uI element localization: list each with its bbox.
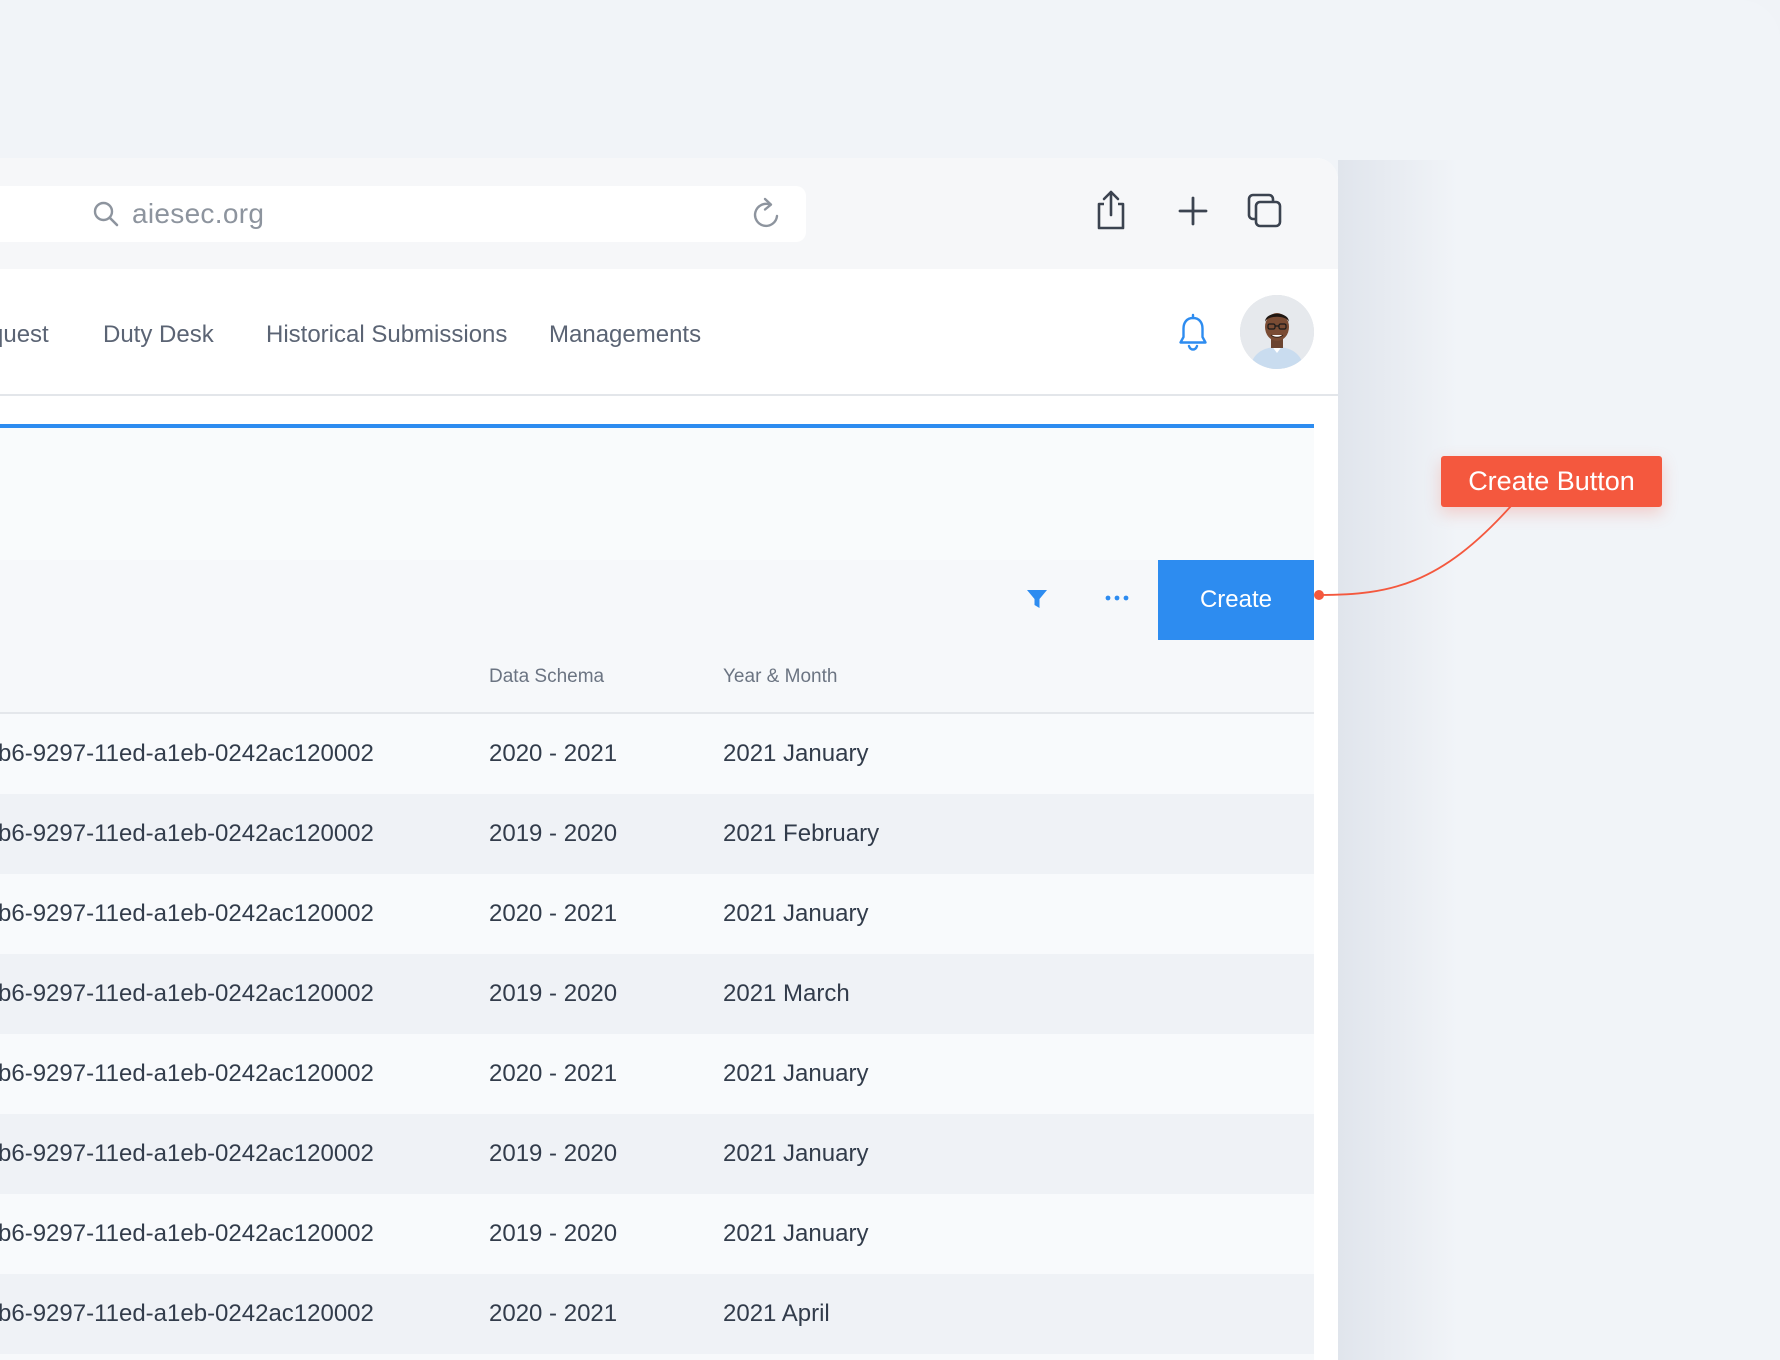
table-body: b6-9297-11ed-a1eb-0242ac120002 2020 - 20… bbox=[0, 714, 1314, 1354]
cell-data-schema: 2019 - 2020 bbox=[489, 820, 618, 847]
address-bar[interactable]: aiesec.org bbox=[0, 186, 806, 242]
cell-year-month: 2021 January bbox=[723, 900, 869, 927]
browser-window: aiesec.org quest Du bbox=[0, 158, 1338, 1360]
cell-id: b6-9297-11ed-a1eb-0242ac120002 bbox=[0, 980, 374, 1007]
share-icon[interactable] bbox=[1091, 188, 1131, 232]
table-actions-bar: Create bbox=[0, 560, 1314, 640]
nav-item-historical-submissions[interactable]: Historical Submissions bbox=[266, 321, 507, 349]
cell-id: b6-9297-11ed-a1eb-0242ac120002 bbox=[0, 820, 374, 847]
table-row[interactable]: b6-9297-11ed-a1eb-0242ac120002 2020 - 20… bbox=[0, 1034, 1314, 1114]
table-row[interactable]: b6-9297-11ed-a1eb-0242ac120002 2020 - 20… bbox=[0, 714, 1314, 794]
browser-shadow bbox=[1338, 160, 1458, 1360]
create-button[interactable]: Create bbox=[1158, 560, 1314, 640]
table-row[interactable]: b6-9297-11ed-a1eb-0242ac120002 2019 - 20… bbox=[0, 954, 1314, 1034]
nav-item-request[interactable]: quest bbox=[0, 321, 49, 349]
table-row[interactable]: b6-9297-11ed-a1eb-0242ac120002 2020 - 20… bbox=[0, 874, 1314, 954]
table-row[interactable]: b6-9297-11ed-a1eb-0242ac120002 2019 - 20… bbox=[0, 794, 1314, 874]
plus-icon[interactable] bbox=[1173, 188, 1213, 232]
cell-year-month: 2021 January bbox=[723, 1060, 869, 1087]
bell-icon[interactable] bbox=[1176, 313, 1210, 353]
app-navigation: quest Duty Desk Historical Submissions M… bbox=[0, 269, 1338, 396]
cell-data-schema: 2019 - 2020 bbox=[489, 980, 618, 1007]
cell-data-schema: 2020 - 2021 bbox=[489, 900, 618, 927]
cell-id: b6-9297-11ed-a1eb-0242ac120002 bbox=[0, 1140, 374, 1167]
cell-id: b6-9297-11ed-a1eb-0242ac120002 bbox=[0, 740, 374, 767]
user-avatar[interactable] bbox=[1240, 295, 1314, 369]
search-icon bbox=[93, 201, 119, 227]
cell-year-month: 2021 January bbox=[723, 740, 869, 767]
nav-item-managements[interactable]: Managements bbox=[549, 321, 701, 349]
table-row[interactable]: b6-9297-11ed-a1eb-0242ac120002 2019 - 20… bbox=[0, 1194, 1314, 1274]
more-icon[interactable] bbox=[1104, 594, 1130, 602]
cell-id: b6-9297-11ed-a1eb-0242ac120002 bbox=[0, 1300, 374, 1327]
table-row[interactable]: b6-9297-11ed-a1eb-0242ac120002 2020 - 20… bbox=[0, 1274, 1314, 1354]
avatar-image bbox=[1240, 295, 1314, 369]
column-header-data-schema[interactable]: Data Schema bbox=[489, 666, 604, 688]
table-row[interactable]: b6-9297-11ed-a1eb-0242ac120002 2019 - 20… bbox=[0, 1114, 1314, 1194]
reload-icon[interactable] bbox=[750, 196, 784, 232]
table-header: Data Schema Year & Month bbox=[0, 640, 1314, 714]
filter-icon[interactable] bbox=[1026, 588, 1048, 610]
cell-year-month: 2021 April bbox=[723, 1300, 830, 1327]
cell-data-schema: 2019 - 2020 bbox=[489, 1140, 618, 1167]
cell-year-month: 2021 March bbox=[723, 980, 850, 1007]
cell-year-month: 2021 January bbox=[723, 1220, 869, 1247]
browser-toolbar: aiesec.org bbox=[0, 158, 1338, 269]
cell-data-schema: 2020 - 2021 bbox=[489, 740, 618, 767]
callout-connector bbox=[1314, 505, 1512, 600]
cell-id: b6-9297-11ed-a1eb-0242ac120002 bbox=[0, 900, 374, 927]
cell-id: b6-9297-11ed-a1eb-0242ac120002 bbox=[0, 1220, 374, 1247]
url-text: aiesec.org bbox=[132, 198, 265, 229]
content-panel: Create Data Schema Year & Month b6-9297-… bbox=[0, 424, 1314, 1360]
cell-data-schema: 2020 - 2021 bbox=[489, 1300, 618, 1327]
cell-data-schema: 2019 - 2020 bbox=[489, 1220, 618, 1247]
column-header-year-month[interactable]: Year & Month bbox=[723, 666, 837, 688]
content-header bbox=[0, 428, 1314, 560]
cell-id: b6-9297-11ed-a1eb-0242ac120002 bbox=[0, 1060, 374, 1087]
cell-year-month: 2021 February bbox=[723, 820, 880, 847]
nav-item-duty-desk[interactable]: Duty Desk bbox=[103, 321, 214, 349]
create-button-callout: Create Button bbox=[1441, 456, 1662, 507]
cell-year-month: 2021 January bbox=[723, 1140, 869, 1167]
tabs-icon[interactable] bbox=[1245, 188, 1285, 232]
cell-data-schema: 2020 - 2021 bbox=[489, 1060, 618, 1087]
canvas-background: aiesec.org quest Du bbox=[0, 0, 1780, 1360]
